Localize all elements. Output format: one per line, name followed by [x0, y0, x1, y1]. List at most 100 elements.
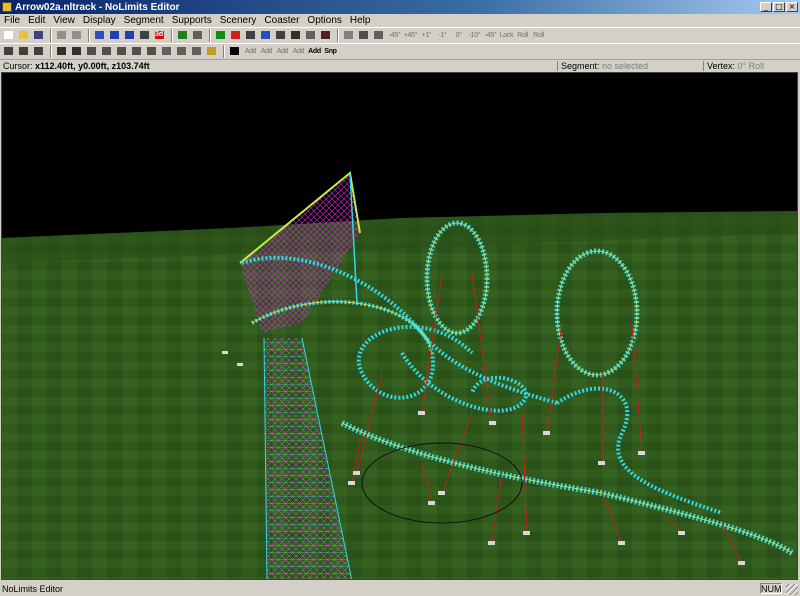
toolbar-label-button[interactable]: Add [291, 45, 306, 58]
toolbar-label-button[interactable]: Add [307, 45, 322, 58]
list-button[interactable] [304, 29, 318, 42]
save-disk-icon [34, 31, 43, 39]
properties-icon [321, 31, 330, 39]
terrain-grid-button[interactable] [214, 29, 228, 42]
cursor-value: x112.40ft, y0.00ft, z103.74ft [35, 61, 150, 71]
track-grid-icon [95, 31, 104, 39]
menu-segment[interactable]: Segment [120, 14, 168, 27]
toolbar-label-button[interactable]: +45° [403, 29, 418, 42]
menu-file[interactable]: File [0, 14, 24, 27]
station-button[interactable] [244, 29, 258, 42]
menu-coaster[interactable]: Coaster [260, 14, 303, 27]
new-file-button[interactable] [2, 29, 16, 42]
toolbar-label-button[interactable]: Snp [323, 45, 338, 58]
valley-icon [110, 31, 119, 39]
vertex-rotate-button[interactable] [32, 45, 46, 58]
add-segment-button[interactable] [176, 29, 190, 42]
toolbar-separator [209, 29, 211, 42]
open-folder-button[interactable] [17, 29, 31, 42]
toolbar-separator [337, 29, 339, 42]
color-palette-icon [207, 47, 216, 55]
menu-display[interactable]: Display [79, 14, 120, 27]
properties-button[interactable] [319, 29, 333, 42]
tunnel-button[interactable] [190, 45, 204, 58]
menu-supports[interactable]: Supports [168, 14, 216, 27]
ruler-icon [276, 31, 285, 39]
pen-icon [72, 47, 81, 55]
align-icon [374, 31, 383, 39]
toolbar-label-button[interactable]: Lock [499, 29, 514, 42]
color-palette-button[interactable] [205, 45, 219, 58]
vertex-move-button[interactable] [17, 45, 31, 58]
resize-grip[interactable] [786, 584, 798, 595]
traffic-light-button[interactable] [229, 29, 243, 42]
toolbar-label-button[interactable]: Add [275, 45, 290, 58]
terrain-grid-icon [216, 31, 225, 39]
node-path-icon [291, 31, 300, 39]
toolbar-label-button[interactable]: Roll [515, 29, 530, 42]
3d-view-icon: 3d [155, 31, 164, 39]
toolbar-label-button[interactable]: 0° [451, 29, 466, 42]
select-arrow-button[interactable] [228, 45, 242, 58]
maximize-button[interactable]: □ [773, 2, 785, 12]
toolbar-separator [88, 29, 90, 42]
station-icon [246, 31, 255, 39]
hill-button[interactable] [123, 29, 137, 42]
toolbar-label-button[interactable]: -10° [467, 29, 482, 42]
toolbar-label-button[interactable]: Add [259, 45, 274, 58]
3d-viewport[interactable] [1, 72, 798, 580]
toolbar-label-button[interactable]: +1° [419, 29, 434, 42]
vertex-value: 0° Roll [737, 61, 765, 71]
toolbar-label-button[interactable]: -1° [435, 29, 450, 42]
toolbar-label-button[interactable]: Add [243, 45, 258, 58]
cursor-label: Cursor: [3, 61, 33, 71]
coaster-train-button[interactable] [138, 29, 152, 42]
align-button[interactable] [372, 29, 386, 42]
menu-options[interactable]: Options [303, 14, 345, 27]
pencil-button[interactable] [55, 45, 69, 58]
support-box-button[interactable] [130, 45, 144, 58]
pyramid-button[interactable] [259, 29, 273, 42]
menu-view[interactable]: View [49, 14, 79, 27]
view-full-icon [359, 31, 368, 39]
menu-edit[interactable]: Edit [24, 14, 49, 27]
menu-scenery[interactable]: Scenery [216, 14, 261, 27]
toolbar-separator [223, 45, 225, 58]
toolbar-label-button[interactable]: Roll [531, 29, 546, 42]
support-column-button[interactable] [85, 45, 99, 58]
undo-button[interactable] [55, 29, 69, 42]
ramp-button[interactable] [175, 45, 189, 58]
redo-icon [72, 31, 81, 39]
toolbar-separator [50, 29, 52, 42]
view-split-button[interactable] [342, 29, 356, 42]
traffic-light-icon [231, 31, 240, 39]
redo-button[interactable] [70, 29, 84, 42]
pen-button[interactable] [70, 45, 84, 58]
valley-button[interactable] [108, 29, 122, 42]
footer-button[interactable] [160, 45, 174, 58]
new-file-icon [4, 31, 13, 39]
menu-help[interactable]: Help [346, 14, 375, 27]
track-grid-button[interactable] [93, 29, 107, 42]
toolbar-label-button[interactable]: -45° [387, 29, 402, 42]
vertex-edit-icon [4, 47, 13, 55]
ruler-button[interactable] [274, 29, 288, 42]
3d-view-button[interactable]: 3d [153, 29, 167, 42]
select-arrow-icon [230, 47, 239, 55]
close-button[interactable]: × [786, 2, 798, 12]
save-disk-button[interactable] [32, 29, 46, 42]
minimize-button[interactable]: _ [760, 2, 772, 12]
toolbar-label-button[interactable]: -45° [483, 29, 498, 42]
view-full-button[interactable] [357, 29, 371, 42]
support-round-button[interactable] [115, 45, 129, 58]
support-stack-button[interactable] [145, 45, 159, 58]
remove-segment-icon [193, 31, 202, 39]
vertex-edit-button[interactable] [2, 45, 16, 58]
support-box-icon [132, 47, 141, 55]
segment-label: Segment: [561, 61, 600, 71]
remove-segment-button[interactable] [191, 29, 205, 42]
support-cylinder-button[interactable] [100, 45, 114, 58]
tunnel-icon [192, 47, 201, 55]
node-path-button[interactable] [289, 29, 303, 42]
list-icon [306, 31, 315, 39]
